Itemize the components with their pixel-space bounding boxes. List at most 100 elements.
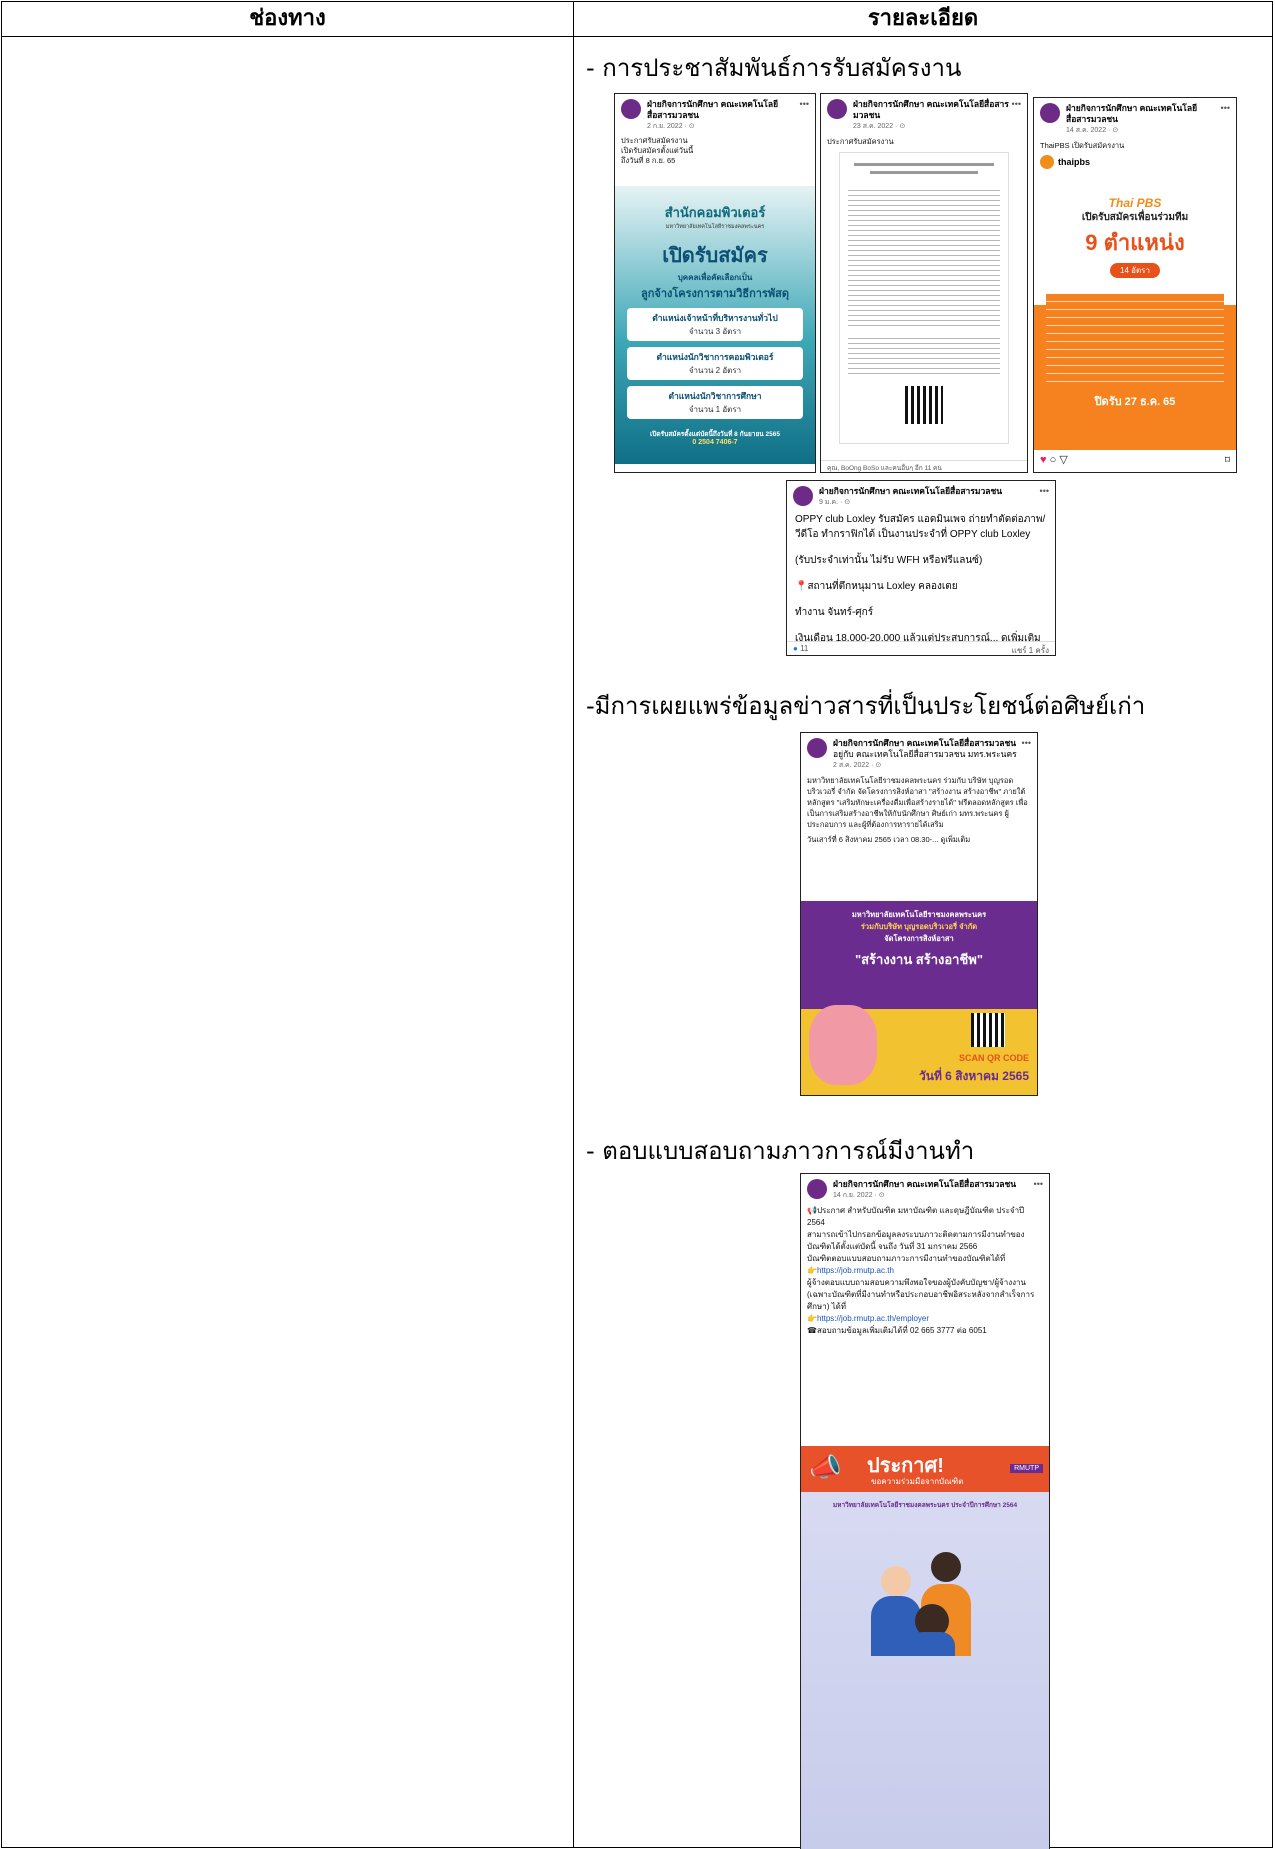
thaipbs-logo-icon xyxy=(1040,155,1054,169)
position-name: ตำแหน่งนักวิชาการศึกษา xyxy=(668,391,762,401)
instagram-account: thaipbs xyxy=(1058,157,1091,167)
post-with-tag: อยู่กับ คณะเทคโนโลยีสื่อสารมวลชน มทร.พระ… xyxy=(833,749,1017,759)
post-date: 2 ก.ย. 2022 · ⊙ xyxy=(647,123,695,130)
heart-icon[interactable]: ♥ xyxy=(1040,454,1047,466)
poster-big-title: 9 ตำแหน่ง xyxy=(1085,230,1185,255)
more-options-icon[interactable]: ••• xyxy=(1022,738,1031,748)
column-header-channel: ช่องทาง xyxy=(249,6,326,31)
survey-announcement-poster: 📣 ประกาศ! ขอความร่วมมือจากบัณฑิต RMUTP ม… xyxy=(801,1446,1049,1849)
like-icon: ● xyxy=(793,644,798,653)
position-card: ตำแหน่งนักวิชาการคอมพิวเตอร์ จำนวน 2 อัต… xyxy=(627,347,803,380)
announcement-document-image xyxy=(839,152,1009,444)
rmutp-logo: RMUTP xyxy=(1010,1464,1043,1473)
post-date: 9 ม.ค. · ⊙ xyxy=(819,499,851,506)
comment-icon[interactable]: ○ xyxy=(1050,454,1057,466)
page-avatar xyxy=(827,99,847,119)
poster-line: ร่วมกับบริษัท บุญรอดบริวเวอรี่ จำกัด xyxy=(860,922,978,931)
poster-deadline: เปิดรับสมัครตั้งแต่บัดนี้ถึงวันที่ 8 กัน… xyxy=(650,431,780,438)
post-page-name: ฝ่ายกิจการนักศึกษา คณะเทคโนโลยีสื่อสารมว… xyxy=(853,99,1009,120)
post-date: 2 ส.ค. 2022 · ⊙ xyxy=(833,762,882,769)
post-text-line: ถึงวันที่ 8 ก.ย. 65 xyxy=(621,156,676,165)
post-page-name: ฝ่ายกิจการนักศึกษา คณะเทคโนโลยีสื่อสารมว… xyxy=(833,1179,1017,1189)
more-options-icon[interactable]: ••• xyxy=(800,99,809,109)
position-count: จำนวน 1 อัตรา xyxy=(688,405,742,414)
bookmark-icon[interactable]: ⌑ xyxy=(1225,455,1230,466)
post-date: 14 ก.ย. 2022 · ⊙ xyxy=(833,1192,885,1199)
poster-line: ลูกจ้างโครงการตามวิธีการพัสดุ xyxy=(640,288,789,300)
poster-headline: เปิดรับสมัครเพื่อนร่วมทีม xyxy=(1081,212,1189,223)
poster-line: จัดโครงการสิงห์อาสา xyxy=(884,934,954,943)
drink-photo xyxy=(809,1005,877,1085)
post-text: มหาวิทยาลัยเทคโนโลยีราชมงคลพระนคร ร่วมกั… xyxy=(807,776,1028,829)
post-paragraph: ทำงาน จันทร์-ศุกร์ xyxy=(795,607,874,618)
post-text: ThaiPBS เปิดรับสมัครงาน xyxy=(1040,141,1125,150)
post-text-line: ☎สอบถามข้อมูลเพิ่มเติมได้ที่ 02 665 3777… xyxy=(807,1326,987,1335)
position-name: ตำแหน่งเจ้าหน้าที่บริหารงานทั่วไป xyxy=(652,313,778,323)
post-date: 23 ส.ค. 2022 · ⊙ xyxy=(853,123,906,130)
singha-project-poster: มหาวิทยาลัยเทคโนโลยีราชมงคลพระนคร ร่วมกั… xyxy=(801,901,1037,1095)
post-text-line: ประกาศรับสมัครงาน xyxy=(621,136,688,145)
post-text-line: ผู้จ้างตอบแบบถามสอบความพึงพอใจของผู้บังค… xyxy=(807,1278,1035,1311)
position-name: ตำแหน่งนักวิชาการคอมพิวเตอร์ xyxy=(656,352,774,362)
more-options-icon[interactable]: ••• xyxy=(1012,99,1021,109)
poster-line: มหาวิทยาลัยเทคโนโลยีราชมงคลพระนคร xyxy=(851,910,987,919)
post-paragraph: OPPY club Loxley รับสมัคร แอดมินเพจ ถ่าย… xyxy=(795,514,1046,540)
post-page-name: ฝ่ายกิจการนักศึกษา คณะเทคโนโลยีสื่อสารมว… xyxy=(833,738,1017,748)
position-card: ตำแหน่งนักวิชาการศึกษา จำนวน 1 อัตรา xyxy=(627,386,803,419)
position-count: จำนวน 2 อัตรา xyxy=(688,366,742,375)
post-page-name: ฝ่ายกิจการนักศึกษา คณะเทคโนโลยีสื่อสารมว… xyxy=(1066,103,1198,124)
megaphone-icon: 📣 xyxy=(809,1452,842,1482)
qr-code-icon xyxy=(905,386,943,424)
page-avatar xyxy=(1040,103,1060,123)
section-heading-recruitment: - การประชาสัมพันธ์การรับสมัครงาน xyxy=(586,54,962,82)
post-paragraph: (รับประจำเท่านั้น ไม่รับ WFH หรือฟรีแลนซ… xyxy=(795,555,983,566)
post-date: 14 ส.ค. 2022 · ⊙ xyxy=(1066,127,1119,134)
facebook-post-thaipbs: ฝ่ายกิจการนักศึกษา คณะเทคโนโลยีสื่อสารมว… xyxy=(1033,97,1237,473)
poster-line: บุคคลเพื่อคัดเลือกเป็น xyxy=(677,273,753,282)
thaipbs-brand: Thai PBS xyxy=(1108,196,1162,210)
poster-org: สำนักคอมพิวเตอร์ xyxy=(664,205,766,220)
header-divider xyxy=(2,36,1272,37)
facebook-post-oppy-club: ฝ่ายกิจการนักศึกษา คณะเทคโนโลยีสื่อสารมว… xyxy=(786,480,1056,656)
share-icon[interactable]: ▽ xyxy=(1059,454,1067,466)
post-text-line: สามารถเข้าไปกรอกข้อมูลลงระบบภาวะติดตามกา… xyxy=(807,1230,1025,1251)
graduates-illustration xyxy=(861,1546,991,1656)
poster-big-title: "สร้างงาน สร้างอาชีพ" xyxy=(854,952,984,967)
survey-link[interactable]: 👉https://job.rmutp.ac.th xyxy=(807,1265,1043,1277)
employer-survey-link[interactable]: 👉https://job.rmutp.ac.th/employer xyxy=(807,1313,1043,1325)
post-reactions: คุณ, BoOng BoSo และคนอื่นๆ อีก 11 คน xyxy=(821,460,1027,472)
post-text-line: 📢ประกาศ สำหรับบัณฑิต มหาบัณฑิต และดุษฎีบ… xyxy=(807,1206,1025,1227)
poster-closing-date: ปิดรับ 27 ธ.ค. 65 xyxy=(1094,396,1176,408)
column-divider xyxy=(573,2,574,1847)
post-text-line: เปิดรับสมัครตั้งแต่วันนี้ xyxy=(621,146,694,155)
poster-title: เปิดรับสมัคร xyxy=(662,245,768,267)
page-avatar xyxy=(793,486,813,506)
section-heading-employment-survey: - ตอบแบบสอบถามภาวการณ์มีงานทำ xyxy=(586,1137,975,1165)
more-options-icon[interactable]: ••• xyxy=(1034,1179,1043,1189)
position-card: ตำแหน่งเจ้าหน้าที่บริหารงานทั่วไป จำนวน … xyxy=(627,308,803,341)
like-count: 11 xyxy=(800,644,809,653)
post-page-name: ฝ่ายกิจการนักศึกษา คณะเทคโนโลยีสื่อสารมว… xyxy=(647,99,779,120)
page-avatar xyxy=(807,1179,827,1199)
more-options-icon[interactable]: ••• xyxy=(1221,103,1230,113)
poster-badge: 14 อัตรา xyxy=(1110,263,1160,278)
facebook-post-employment-survey: ฝ่ายกิจการนักศึกษา คณะเทคโนโลยีสื่อสารมว… xyxy=(800,1173,1050,1849)
recruitment-poster: สำนักคอมพิวเตอร์ มหาวิทยาลัยเทคโนโลยีราช… xyxy=(615,186,815,464)
section-heading-alumni-news: -มีการเผยแพร่ข้อมูลข่าวสารที่เป็นประโยชน… xyxy=(586,692,1146,720)
more-options-icon[interactable]: ••• xyxy=(1040,486,1049,496)
post-text: ประกาศรับสมัครงาน xyxy=(827,137,894,146)
column-header-details: รายละเอียด xyxy=(867,6,979,31)
post-event-date: วันเสาร์ที่ 6 สิงหาคม 2565 เวลา 08.30-..… xyxy=(807,835,971,844)
qr-code-icon xyxy=(971,1013,1005,1047)
announce-subtitle: ขอความร่วมมือจากบัณฑิต xyxy=(871,1477,964,1486)
post-page-name: ฝ่ายกิจการนักศึกษา คณะเทคโนโลยีสื่อสารมว… xyxy=(819,486,1003,496)
position-count: จำนวน 3 อัตรา xyxy=(688,327,742,336)
page-avatar xyxy=(807,738,827,758)
share-count: แชร์ 1 ครั้ง xyxy=(1011,646,1049,655)
poster-phone: 0 2504 7406-7 xyxy=(692,439,738,446)
post-text-line: บัณฑิตตอบแบบสอบถามภาวะการมีงานทำของบัณฑิ… xyxy=(807,1254,1006,1263)
post-paragraph: 📍สถานที่ตึกหนุมาน Loxley คลองเตย xyxy=(795,581,958,592)
facebook-post-job-announcement: ฝ่ายกิจการนักศึกษา คณะเทคโนโลยีสื่อสารมว… xyxy=(820,93,1028,473)
facebook-post-computer-center: ฝ่ายกิจการนักศึกษา คณะเทคโนโลยีสื่อสารมว… xyxy=(614,93,816,473)
positions-list xyxy=(1046,294,1224,386)
